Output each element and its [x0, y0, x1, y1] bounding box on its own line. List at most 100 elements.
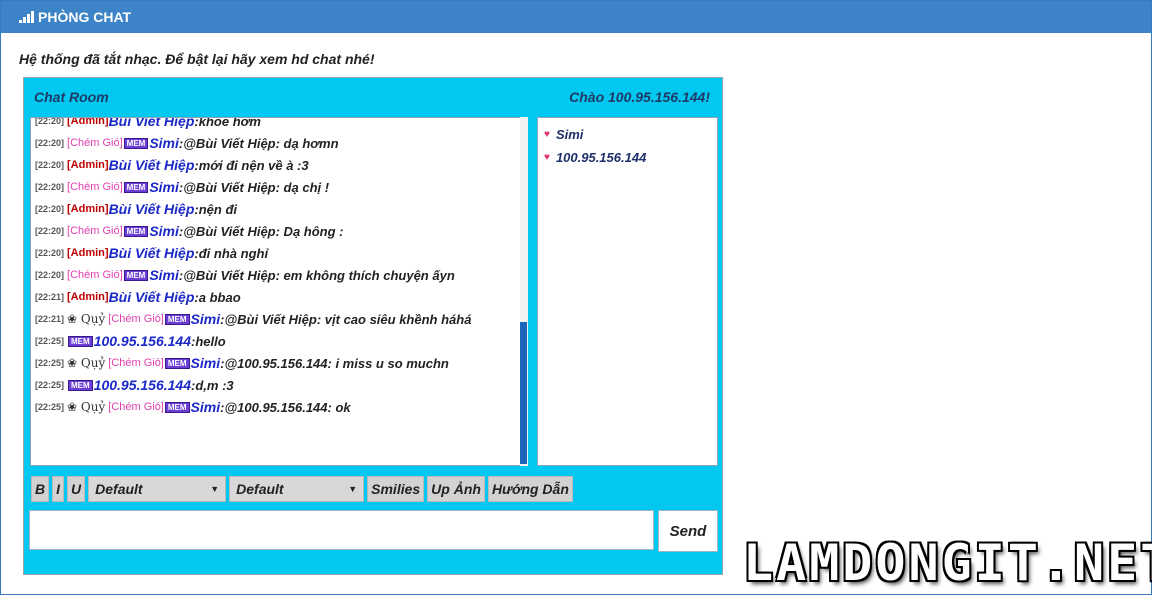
message-time: [22:20] [35, 182, 65, 192]
italic-button[interactable]: I [52, 476, 65, 502]
message-text: mới đi nện về à :3 [198, 157, 309, 173]
role-tag: [Admin] [67, 291, 109, 303]
scrollbar-thumb[interactable] [520, 322, 527, 464]
message-time: [22:20] [35, 160, 65, 170]
message-username[interactable]: Simi [191, 399, 221, 415]
signal-bars-icon [19, 11, 34, 23]
message-username[interactable]: Bùi Viết Hiệp [109, 201, 195, 217]
message-row: [22:20] [Admin] Bùi Viết Hiệp: khỏe hơm [35, 117, 520, 132]
mem-badge: MEM [164, 357, 190, 369]
heart-icon: ♥ [544, 129, 550, 140]
message-input[interactable] [29, 510, 654, 550]
online-user[interactable]: ♥ Simi [544, 123, 711, 146]
format-toolbar: B I U Default ▼ Default ▼ Smilies Up Ảnh… [31, 476, 573, 502]
message-time: [22:20] [35, 204, 65, 214]
online-user-name: 100.95.156.144 [555, 150, 647, 165]
message-text: @100.95.156.144: i miss u so muchn [224, 355, 449, 371]
message-row: [22:21] ❀ Qụỷ [Chém Gió] MEM Simi: @Bùi Viết… [35, 308, 520, 330]
message-text: d,m :3 [195, 377, 234, 393]
underline-button[interactable]: U [67, 476, 86, 502]
user-decoration: ❀ Qụỷ [67, 356, 106, 370]
message-row: [22:20] [Admin] Bùi Viết Hiệp: mới đi nện … [35, 154, 520, 176]
message-username[interactable]: Simi [149, 179, 179, 195]
mem-badge: MEM [123, 137, 149, 149]
message-text: @Bùi Viết Hiệp: Dạ hông : [183, 223, 344, 239]
message-username[interactable]: Simi [149, 135, 179, 151]
message-time: [22:25] [35, 380, 65, 390]
role-tag: [Chém Gió] [67, 137, 123, 149]
font-select-value: Default [95, 481, 143, 497]
message-scrollbar[interactable] [520, 117, 528, 466]
message-text: @100.95.156.144: ok [224, 399, 351, 415]
message-row: [22:20] [Chém Gió] MEM Simi: @Bùi Viết Hiệp… [35, 264, 520, 286]
message-row: [22:25] MEM 100.95.156.144: d,m :3 [35, 374, 520, 396]
message-text: hello [195, 333, 226, 349]
size-select[interactable]: Default ▼ [229, 476, 365, 502]
message-row: [22:20] [Chém Gió] MEM Simi: @Bùi Viết Hiệp… [35, 176, 520, 198]
message-time: [22:20] [35, 248, 65, 258]
chat-room-box: Chat Room Chào 100.95.156.144! [22:20] [A… [23, 77, 723, 575]
online-user[interactable]: ♥ 100.95.156.144 [544, 146, 711, 169]
message-time: [22:25] [35, 402, 65, 412]
role-tag: [Chém Gió] [108, 401, 164, 413]
message-time: [22:20] [35, 117, 65, 126]
panel-title: PHÒNG CHAT [38, 9, 132, 25]
send-button[interactable]: Send [658, 510, 718, 552]
greeting-text: Chào 100.95.156.144! [569, 89, 710, 105]
bold-button[interactable]: B [31, 476, 50, 502]
message-username[interactable]: 100.95.156.144 [94, 377, 191, 393]
role-tag: [Chém Gió] [67, 269, 123, 281]
message-row: [22:20] [Admin] Bùi Viết Hiệp: nện đi [35, 198, 520, 220]
role-tag: [Admin] [67, 117, 109, 127]
music-notice: Hệ thống đã tắt nhạc. Để bật lại hãy xem… [19, 51, 375, 67]
user-decoration: ❀ Qụỷ [67, 400, 106, 414]
online-user-name: Simi [555, 127, 584, 142]
message-username[interactable]: Simi [191, 355, 221, 371]
site-watermark: LAMDONGIT.NET [743, 534, 1152, 592]
role-tag: [Chém Gió] [108, 357, 164, 369]
user-decoration: ❀ Qụỷ [67, 312, 106, 326]
message-list-inner: [22:20] [Admin] Bùi Viết Hiệp: khỏe hơm [22… [35, 117, 520, 418]
message-username[interactable]: Simi [191, 311, 221, 327]
message-username[interactable]: Bùi Viết Hiệp [109, 289, 195, 305]
message-username[interactable]: Bùi Viết Hiệp [109, 245, 195, 261]
size-select-value: Default [236, 481, 284, 497]
online-user-list: ♥ Simi ♥ 100.95.156.144 [537, 117, 718, 466]
message-username[interactable]: Simi [149, 223, 179, 239]
message-time: [22:20] [35, 138, 65, 148]
message-row: [22:20] [Chém Gió] MEM Simi: @Bùi Viết Hiệp… [35, 220, 520, 242]
mem-badge: MEM [68, 335, 93, 347]
chat-panel: PHÒNG CHAT Hệ thống đã tắt nhạc. Để bật … [0, 0, 1152, 595]
message-time: [22:20] [35, 226, 65, 236]
message-time: [22:20] [35, 270, 65, 280]
upload-image-button[interactable]: Up Ảnh [427, 476, 485, 502]
smilies-button[interactable]: Smilies [367, 476, 425, 502]
message-row: [22:25] ❀ Qụỷ [Chém Gió] MEM Simi: @100.95.1… [35, 396, 520, 418]
mem-badge: MEM [123, 225, 149, 237]
message-username[interactable]: Bùi Viết Hiệp [109, 118, 195, 129]
role-tag: [Admin] [67, 159, 109, 171]
chevron-down-icon: ▼ [210, 484, 220, 494]
guide-button[interactable]: Hướng Dẫn [487, 476, 573, 502]
role-tag: [Admin] [67, 203, 109, 215]
message-username[interactable]: Simi [149, 267, 179, 283]
mem-badge: MEM [68, 379, 93, 391]
chevron-down-icon: ▼ [348, 484, 358, 494]
message-time: [22:21] [35, 292, 65, 302]
message-row: [22:21] [Admin] Bùi Viết Hiệp: a bbao [35, 286, 520, 308]
message-time: [22:25] [35, 358, 65, 368]
role-tag: [Chém Gió] [108, 313, 164, 325]
message-row: [22:20] [Chém Gió] MEM Simi: @Bùi Viết Hiệp… [35, 132, 520, 154]
mem-badge: MEM [164, 401, 190, 413]
role-tag: [Chém Gió] [67, 181, 123, 193]
message-text: khỏe hơm [198, 117, 261, 129]
message-time: [22:25] [35, 336, 65, 346]
message-text: @Bùi Viết Hiệp: em không thích chuyện ấy… [183, 267, 455, 283]
message-username[interactable]: Bùi Viết Hiệp [109, 157, 195, 173]
message-text: nện đi [198, 201, 238, 217]
message-username[interactable]: 100.95.156.144 [94, 333, 191, 349]
font-select[interactable]: Default ▼ [88, 476, 227, 502]
message-text: @Bùi Viết Hiệp: vịt cao siêu khềnh háhá [224, 311, 472, 327]
message-list[interactable]: [22:20] [Admin] Bùi Viết Hiệp: khỏe hơm [22… [30, 117, 527, 466]
role-tag: [Chém Gió] [67, 225, 123, 237]
